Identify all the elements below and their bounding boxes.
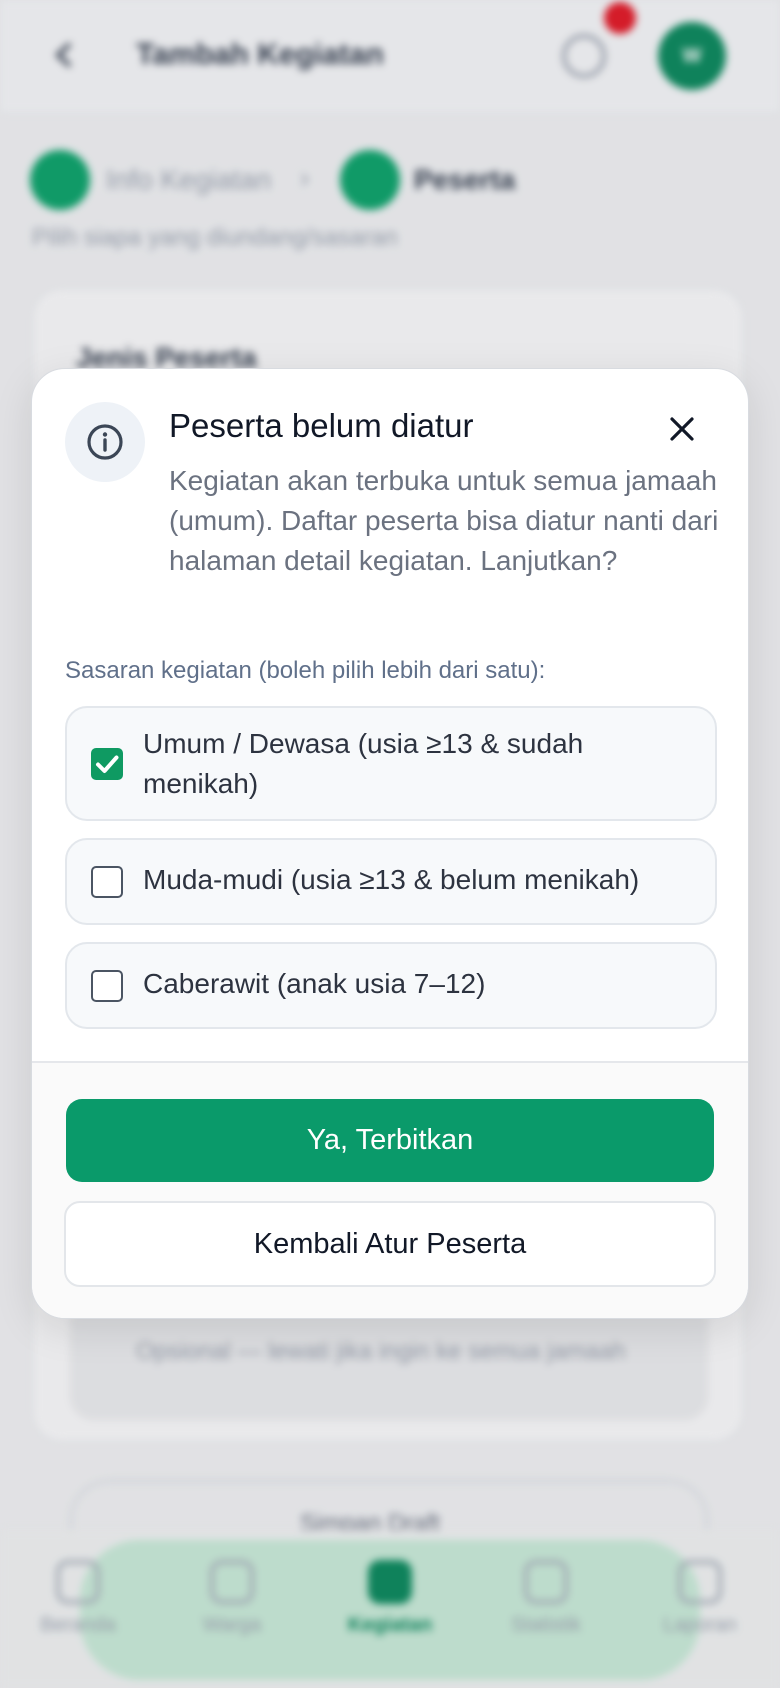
checkmark-icon xyxy=(96,755,119,773)
confirm-dialog: Peserta belum diatur Kegiatan akan terbu… xyxy=(31,368,749,1319)
target-label: Sasaran kegiatan (boleh pilih lebih dari… xyxy=(65,657,546,684)
dialog-footer: Ya, Terbitkan Kembali Atur Peserta xyxy=(32,1061,748,1318)
option-label: Umum / Dewasa (usia ≥13 & sudah menikah) xyxy=(143,728,584,799)
option-umum-dewasa[interactable]: Umum / Dewasa (usia ≥13 & sudah menikah) xyxy=(65,706,717,821)
info-badge xyxy=(65,402,145,482)
close-icon[interactable] xyxy=(662,409,702,449)
back-to-participants-button[interactable]: Kembali Atur Peserta xyxy=(64,1201,716,1287)
checkbox-unchecked[interactable] xyxy=(91,970,123,1002)
dialog-title: Peserta belum diatur xyxy=(169,407,474,444)
option-label: Caberawit (anak usia 7–12) xyxy=(143,968,486,999)
option-muda-mudi[interactable]: Muda-mudi (usia ≥13 & belum menikah) xyxy=(65,838,717,925)
checkbox-checked[interactable] xyxy=(91,748,123,780)
checkbox-unchecked[interactable] xyxy=(91,866,123,898)
option-label: Muda-mudi (usia ≥13 & belum menikah) xyxy=(143,864,640,895)
option-caberawit[interactable]: Caberawit (anak usia 7–12) xyxy=(65,942,717,1029)
dialog-description: Kegiatan akan terbuka untuk semua jamaah… xyxy=(169,465,719,576)
info-icon xyxy=(87,424,123,460)
publish-button[interactable]: Ya, Terbitkan xyxy=(66,1099,714,1182)
